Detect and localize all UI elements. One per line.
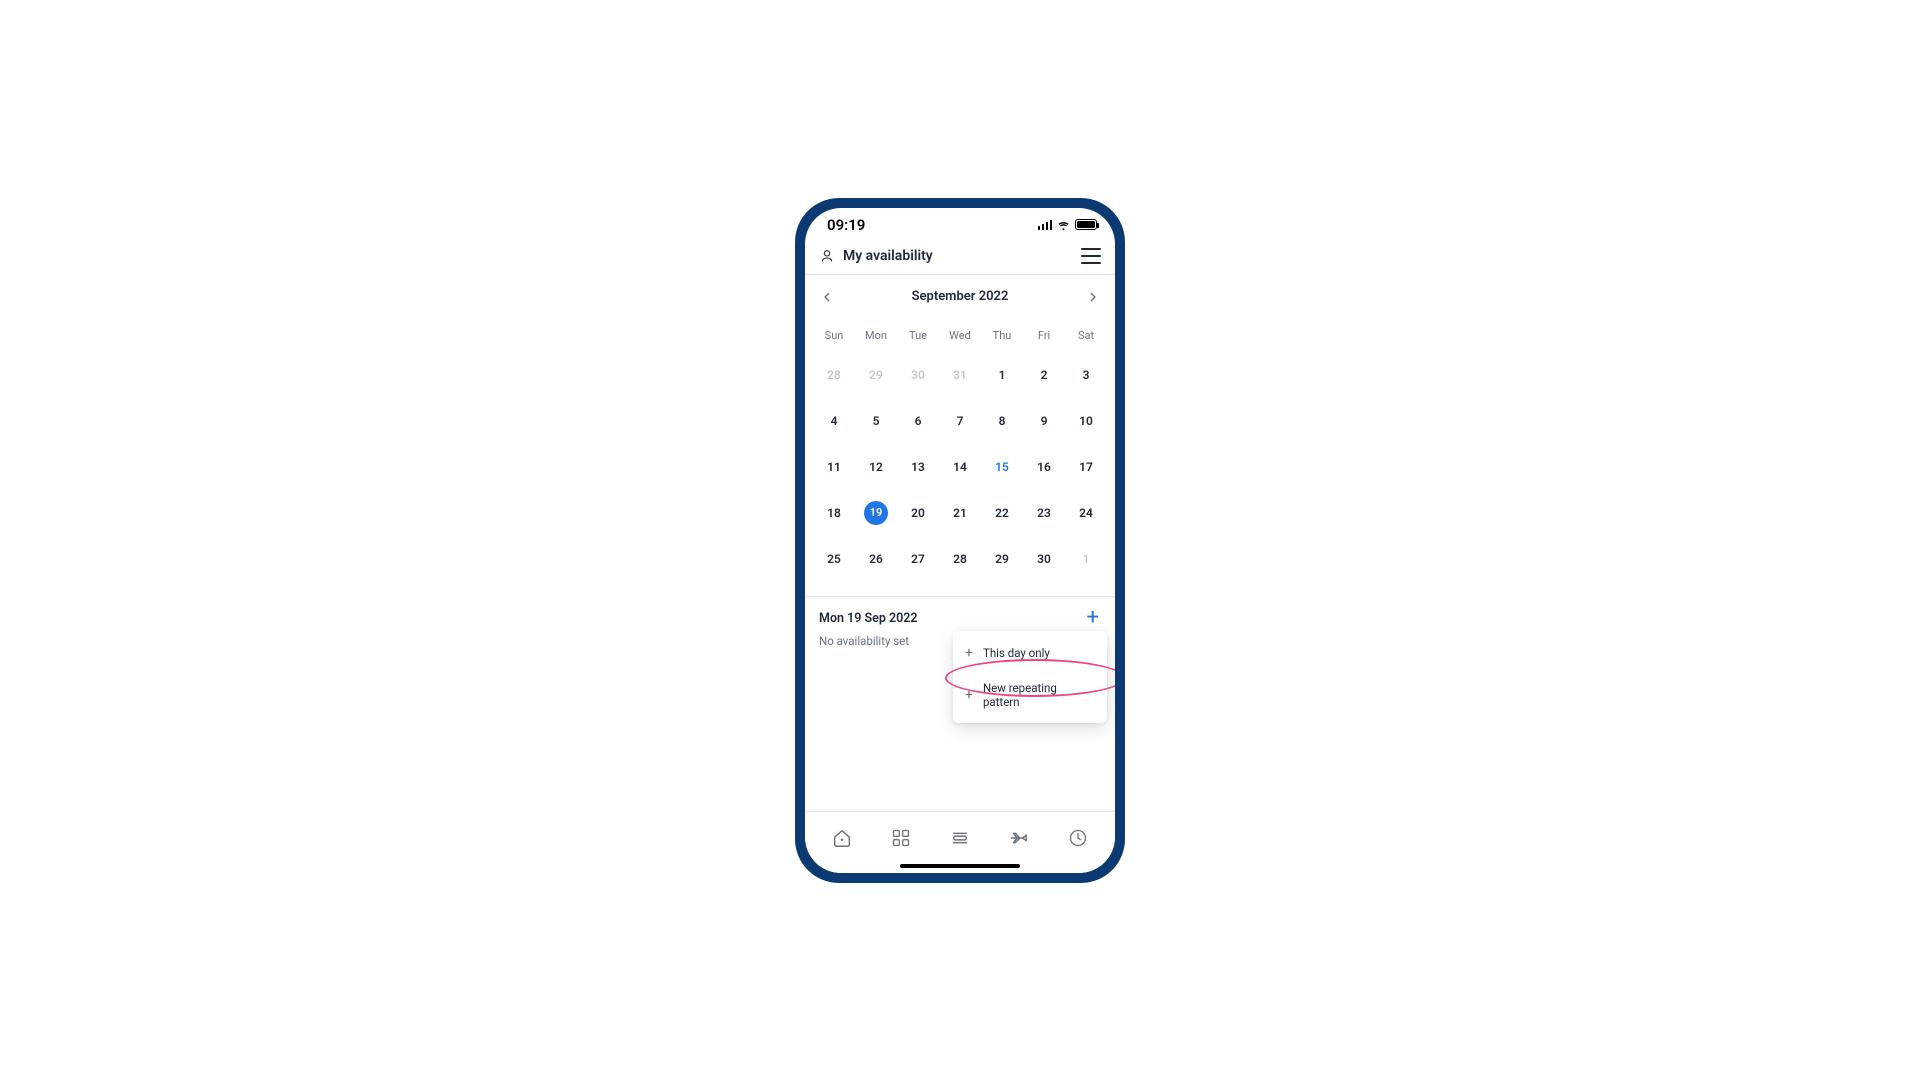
nav-list[interactable] (946, 824, 974, 852)
nav-grid[interactable] (887, 824, 915, 852)
calendar-day[interactable]: 24 (1065, 490, 1107, 536)
calendar-day: 1 (1065, 536, 1107, 582)
status-icons (1038, 219, 1098, 231)
chevron-right-icon[interactable] (1085, 289, 1101, 305)
status-time: 09:19 (827, 216, 865, 234)
nav-clock[interactable] (1064, 824, 1092, 852)
weekday-label: Mon (855, 323, 897, 352)
calendar-day[interactable]: 19 (855, 490, 897, 536)
calendar-day: 30 (897, 352, 939, 398)
battery-icon (1075, 219, 1097, 230)
calendar-day[interactable]: 29 (981, 536, 1023, 582)
calendar-week: 18192021222324 (813, 490, 1107, 536)
home-icon (831, 827, 853, 849)
menu-this-day-only[interactable]: + This day only (953, 635, 1107, 671)
app-header: My availability (805, 242, 1115, 275)
calendar-day[interactable]: 20 (897, 490, 939, 536)
weekday-label: Tue (897, 323, 939, 352)
weekday-header: SunMonTueWedThuFriSat (813, 323, 1107, 352)
menu-icon[interactable] (1081, 248, 1101, 264)
calendar-day: 29 (855, 352, 897, 398)
weekday-label: Fri (1023, 323, 1065, 352)
selected-date-label: Mon 19 Sep 2022 (819, 611, 918, 626)
calendar-day[interactable]: 10 (1065, 398, 1107, 444)
calendar-day[interactable]: 5 (855, 398, 897, 444)
phone-frame: 09:19 My availability September 2022 Sun… (795, 198, 1125, 883)
calendar-day[interactable]: 3 (1065, 352, 1107, 398)
page-title: My availability (843, 248, 933, 264)
signal-icon (1038, 220, 1053, 230)
calendar-day[interactable]: 17 (1065, 444, 1107, 490)
calendar-week: 28293031123 (813, 352, 1107, 398)
calendar-day: 31 (939, 352, 981, 398)
nav-plane[interactable] (1005, 824, 1033, 852)
status-bar: 09:19 (805, 208, 1115, 242)
menu-item-label: This day only (983, 646, 1050, 660)
calendar-day[interactable]: 1 (981, 352, 1023, 398)
calendar-day[interactable]: 16 (1023, 444, 1065, 490)
clock-icon (1068, 828, 1088, 848)
plus-icon: + (965, 687, 973, 703)
calendar-day[interactable]: 2 (1023, 352, 1065, 398)
menu-new-repeating-pattern[interactable]: + New repeating pattern (953, 671, 1107, 719)
grid-icon (891, 828, 911, 848)
screen: 09:19 My availability September 2022 Sun… (805, 208, 1115, 873)
calendar-day[interactable]: 15 (981, 444, 1023, 490)
add-button[interactable]: + (1085, 611, 1101, 625)
calendar-day[interactable]: 21 (939, 490, 981, 536)
user-icon (819, 248, 835, 264)
nav-home[interactable] (828, 824, 856, 852)
calendar-week: 2526272829301 (813, 536, 1107, 582)
chevron-left-icon[interactable] (819, 289, 835, 305)
day-detail: Mon 19 Sep 2022 + No availability set + … (805, 597, 1115, 811)
weekday-label: Sat (1065, 323, 1107, 352)
calendar-week: 45678910 (813, 398, 1107, 444)
calendar-day[interactable]: 13 (897, 444, 939, 490)
calendar-day[interactable]: 22 (981, 490, 1023, 536)
calendar-day[interactable]: 28 (939, 536, 981, 582)
plane-icon (1008, 827, 1030, 849)
menu-item-label: New repeating pattern (983, 681, 1095, 709)
calendar-day[interactable]: 12 (855, 444, 897, 490)
month-nav: September 2022 (805, 275, 1115, 319)
calendar: SunMonTueWedThuFriSat 282930311234567891… (805, 319, 1115, 597)
calendar-week: 11121314151617 (813, 444, 1107, 490)
home-indicator[interactable] (900, 864, 1020, 868)
add-menu: + This day only + New repeating pattern (953, 631, 1107, 723)
calendar-day[interactable]: 14 (939, 444, 981, 490)
list-icon (949, 827, 971, 849)
calendar-day: 28 (813, 352, 855, 398)
weekday-label: Sun (813, 323, 855, 352)
plus-icon: + (965, 645, 973, 661)
calendar-day[interactable]: 27 (897, 536, 939, 582)
calendar-day[interactable]: 6 (897, 398, 939, 444)
calendar-day[interactable]: 7 (939, 398, 981, 444)
calendar-day[interactable]: 4 (813, 398, 855, 444)
calendar-day[interactable]: 26 (855, 536, 897, 582)
wifi-icon (1056, 219, 1071, 231)
calendar-day[interactable]: 11 (813, 444, 855, 490)
month-label: September 2022 (912, 289, 1009, 304)
calendar-day[interactable]: 18 (813, 490, 855, 536)
calendar-day[interactable]: 9 (1023, 398, 1065, 444)
calendar-day[interactable]: 23 (1023, 490, 1065, 536)
weekday-label: Wed (939, 323, 981, 352)
calendar-day[interactable]: 8 (981, 398, 1023, 444)
weekday-label: Thu (981, 323, 1023, 352)
calendar-day[interactable]: 25 (813, 536, 855, 582)
calendar-day[interactable]: 30 (1023, 536, 1065, 582)
